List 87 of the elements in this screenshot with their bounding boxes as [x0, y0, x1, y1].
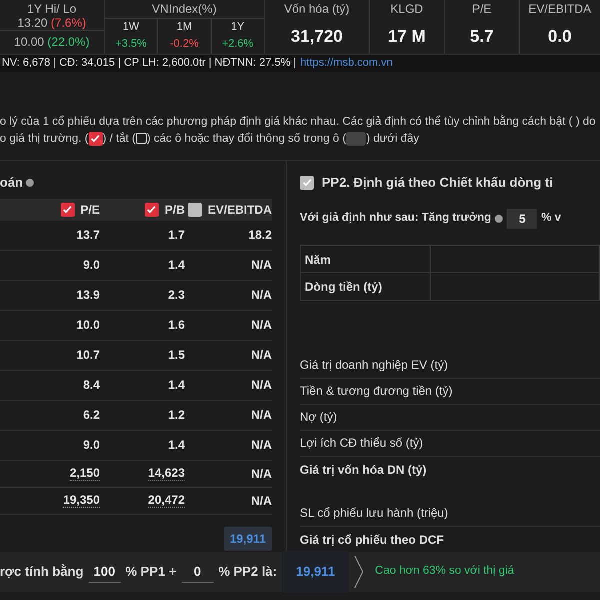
table-cell-text: 1.5	[168, 347, 185, 364]
summary-label: % PP1 +	[126, 563, 177, 582]
stat-value: 31,720	[291, 26, 343, 48]
stock-info: NV: 6,678 | CĐ: 34,015 | CP LH: 2,600.0tr | NĐTNN: 27.5% |	[2, 56, 297, 72]
table-cell-text: 18.2	[248, 227, 272, 244]
table-cell-text: N/A	[251, 492, 272, 510]
high-change: (7.6%)	[51, 16, 86, 30]
row-label: Tiền & tương đương tiền (tỷ)	[300, 383, 453, 400]
intro-text: o giá thị trường. (	[0, 133, 89, 145]
table-cell-text: 1.4	[168, 257, 185, 274]
table-cell-text: 6.2	[83, 407, 100, 424]
verdict-text: Cao hơn 63% so với thị giá	[375, 564, 514, 580]
stat-value: 5.7	[470, 26, 494, 48]
row-header: Dòng tiền (tỷ)	[301, 272, 431, 300]
intro-text: o lý của 1 cổ phiếu dựa trên các phương pháp định giá khác nhau. Các giả định có thể tùy chỉnh bằng cách bật ( ) do	[0, 114, 597, 130]
column-header: EV/EBITDA	[208, 202, 272, 218]
column-header: P/B	[164, 202, 185, 218]
assumption-label: Với giả định như sau: Tăng trưởng	[300, 210, 492, 226]
panel-title: PP2. Định giá theo Chiết khấu dòng ti	[322, 174, 554, 192]
table-cell-text: 10.7	[76, 347, 100, 364]
period-label: 1M	[176, 21, 192, 34]
result-value: 19,911	[282, 551, 350, 593]
checked-icon	[88, 132, 103, 146]
table-cell-text: 1.4	[168, 377, 185, 394]
total-value: 19,911	[224, 526, 272, 550]
stat-label: VNIndex(%)	[152, 2, 217, 16]
info-icon	[26, 178, 34, 187]
table-cell-text: N/A	[251, 466, 272, 482]
unchecked-icon	[136, 133, 147, 144]
column-header: P/E	[80, 202, 100, 218]
row-label: Giá trị vốn hóa DN (tỷ)	[300, 462, 427, 478]
table-cell-text: 1.6	[168, 317, 185, 334]
panel-title: oán	[0, 174, 24, 192]
period-label: 1Y	[231, 21, 245, 34]
row-label: Lợi ích CĐ thiểu số (tỷ)	[300, 435, 424, 452]
table-cell-text: N/A	[251, 317, 272, 334]
period-change: +2.6%	[222, 38, 254, 51]
checkbox[interactable]	[60, 202, 75, 216]
low-price: 10.00	[14, 35, 44, 49]
table-cell-text: 1.2	[168, 407, 185, 424]
website-link[interactable]: https://msb.com.vn	[300, 55, 393, 72]
table-cell-text: 9.0	[83, 437, 100, 454]
table-cell-text: N/A	[251, 437, 272, 454]
table-cell-text: N/A	[251, 257, 272, 274]
low-change: (22.0%)	[48, 35, 90, 49]
info-icon	[495, 214, 504, 222]
checkbox[interactable]	[144, 202, 159, 216]
intro-text: ) các ô hoặc thay đổi thông số trong ô (	[146, 133, 346, 145]
period-label: 1W	[122, 21, 140, 34]
period-change: -0.2%	[170, 38, 199, 51]
table-cell-text: 10.0	[76, 317, 100, 334]
intro-text: ) / tắt (	[102, 133, 136, 145]
stat-label: EV/EBITDA	[528, 2, 592, 16]
field-icon	[346, 132, 366, 146]
table-cell-text: 8.4	[83, 377, 100, 394]
stat-label: P/E	[472, 2, 492, 16]
table-cell: 19,350	[63, 494, 100, 508]
stat-value: 17 M	[388, 26, 426, 48]
stat-value: 0.0	[548, 26, 572, 48]
row-label: Nợ (tỷ)	[300, 409, 338, 426]
row-header: Năm	[301, 246, 431, 272]
summary-label: % PP2 là:	[218, 563, 278, 582]
table-cell: 20,472	[148, 494, 185, 508]
percent-label: % v	[541, 210, 562, 226]
table-cell-text: N/A	[251, 407, 272, 424]
row-label: Giá trị doanh nghiệp EV (tỷ)	[300, 357, 448, 374]
table-cell-text: 9.0	[83, 257, 100, 274]
high-price: 13.20	[18, 16, 48, 30]
row-label: Giá trị cổ phiếu theo DCF	[300, 532, 444, 548]
table-cell-text: 1.4	[168, 437, 185, 454]
row-label: SL cổ phiếu lưu hành (triệu)	[300, 505, 448, 522]
table-cell-text: N/A	[251, 287, 272, 304]
table-cell: 14,623	[148, 466, 185, 480]
period-change: +3.5%	[115, 38, 147, 51]
table-cell-text: N/A	[251, 377, 272, 394]
stat-label: 1Y Hi/ Lo	[27, 2, 77, 16]
table-cell-text: 13.7	[76, 227, 100, 244]
table-cell: 2,150	[70, 466, 100, 480]
stat-label: KLGD	[390, 2, 424, 16]
intro-text: ) dưới đây	[366, 133, 420, 145]
table-cell-text: N/A	[251, 347, 272, 364]
chevron-icon	[354, 555, 364, 589]
table-cell-text: 13.9	[76, 287, 100, 304]
summary-label: rợc tính bằng	[0, 563, 84, 582]
table-cell-text: 1.7	[168, 227, 185, 244]
stat-label: Vốn hóa (tỷ)	[284, 2, 350, 16]
table-cell-text: 2.3	[168, 287, 185, 304]
